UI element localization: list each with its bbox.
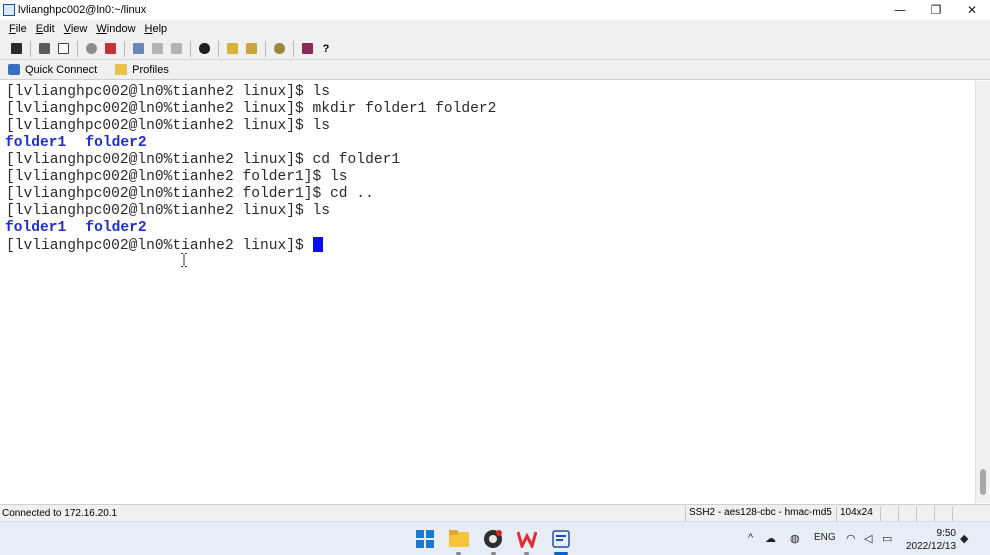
cut-icon[interactable] bbox=[82, 40, 100, 58]
minimize-button[interactable]: — bbox=[882, 0, 918, 20]
cancel-icon[interactable] bbox=[101, 40, 119, 58]
securecrt-app-icon[interactable] bbox=[3, 4, 15, 16]
print-preview-icon[interactable] bbox=[54, 40, 72, 58]
terminal-line: [lvlianghpc002@ln0%tianhe2 folder1]$ cd … bbox=[6, 186, 374, 202]
prompt-line: [lvlianghpc002@ln0%tianhe2 linux]$ bbox=[6, 237, 975, 254]
wps-office-icon[interactable] bbox=[516, 528, 538, 550]
print-icon[interactable] bbox=[35, 40, 53, 58]
directory-entry: folder1 bbox=[5, 220, 67, 236]
title-bar: lvlianghpc002@ln0:~/linux — ❐ ✕ bbox=[0, 0, 990, 20]
wifi-icon[interactable]: ◠ bbox=[846, 532, 856, 545]
windows-start-icon[interactable] bbox=[414, 528, 436, 550]
status-bar: Connected to 172.16.20.1 SSH2 - aes128-c… bbox=[0, 504, 990, 521]
profiles-label: Profiles bbox=[132, 63, 169, 76]
terminal-line: [lvlianghpc002@ln0%tianhe2 linux]$ ls bbox=[6, 203, 331, 219]
terminal-line: [lvlianghpc002@ln0%tianhe2 linux]$ ls bbox=[6, 84, 331, 100]
terminal-line: [lvlianghpc002@ln0%tianhe2 linux]$ cd fo… bbox=[6, 152, 401, 168]
clear-icon[interactable] bbox=[167, 40, 185, 58]
scrollbar-thumb[interactable] bbox=[980, 469, 986, 495]
directory-entry: folder1 bbox=[5, 135, 67, 151]
prompt-text: [lvlianghpc002@ln0%tianhe2 linux]$ bbox=[6, 238, 313, 254]
microphone-icon[interactable]: ◍ bbox=[790, 532, 800, 545]
ibeam-cursor-icon bbox=[181, 253, 187, 267]
directory-entry: folder2 bbox=[85, 220, 147, 236]
quick-connect-icon bbox=[8, 64, 20, 75]
directory-listing: folder1 folder2 bbox=[5, 220, 975, 237]
terminal-area[interactable]: [lvlianghpc002@ln0%tianhe2 linux]$ ls [l… bbox=[0, 81, 975, 503]
encryption-status: SSH2 - aes128-cbc - hmac-md5 bbox=[685, 506, 835, 521]
notification-icon[interactable]: ◆ bbox=[960, 532, 968, 545]
transfer-icon[interactable] bbox=[223, 40, 241, 58]
close-button[interactable]: ✕ bbox=[954, 0, 990, 20]
menu-edit[interactable]: Edit bbox=[36, 23, 55, 35]
session-options-icon[interactable] bbox=[242, 40, 260, 58]
menu-file[interactable]: File bbox=[9, 23, 27, 35]
vertical-scrollbar[interactable] bbox=[975, 81, 990, 503]
cloud-icon[interactable]: ☁ bbox=[765, 532, 776, 545]
connection-status: Connected to 172.16.20.1 bbox=[2, 508, 118, 519]
battery-icon[interactable]: ▭ bbox=[882, 532, 892, 545]
terminal-line: [lvlianghpc002@ln0%tianhe2 folder1]$ ls bbox=[6, 169, 348, 185]
toolbar-separator bbox=[218, 40, 219, 57]
input-language[interactable]: ENG bbox=[814, 532, 836, 543]
status-panel-empty bbox=[916, 506, 934, 521]
quick-connect-button[interactable]: Quick Connect bbox=[4, 64, 101, 76]
clock[interactable]: 9:50 2022/12/13 bbox=[906, 527, 956, 553]
toolbar: ? bbox=[0, 38, 990, 60]
menu-bar: File Edit View Window Help bbox=[0, 20, 990, 38]
key-icon[interactable] bbox=[270, 40, 288, 58]
help-cursor-icon[interactable]: ? bbox=[317, 40, 335, 58]
toolbar-separator bbox=[265, 40, 266, 57]
maximize-button[interactable]: ❐ bbox=[918, 0, 954, 20]
terminal-line: [lvlianghpc002@ln0%tianhe2 linux]$ ls bbox=[6, 118, 331, 134]
text-cursor bbox=[312, 237, 323, 252]
window-controls: — ❐ ✕ bbox=[882, 0, 990, 20]
toolbar-separator bbox=[190, 40, 191, 57]
connect-bar: Quick Connect Profiles bbox=[0, 60, 990, 80]
menu-view[interactable]: View bbox=[64, 23, 88, 35]
status-panel-empty bbox=[934, 506, 952, 521]
terminal-size-status: 104x24 bbox=[836, 506, 876, 521]
caps-lock-icon bbox=[898, 506, 916, 521]
terminal-line: [lvlianghpc002@ln0%tianhe2 linux]$ mkdir… bbox=[6, 101, 497, 117]
status-panel-empty bbox=[952, 506, 970, 521]
securecrt-icon[interactable] bbox=[550, 528, 572, 550]
find-icon[interactable] bbox=[195, 40, 213, 58]
toolbar-separator bbox=[124, 40, 125, 57]
folder-icon bbox=[115, 64, 128, 75]
toolbar-separator bbox=[293, 40, 294, 57]
chevron-up-icon[interactable]: ^ bbox=[748, 532, 753, 544]
toolbar-separator bbox=[77, 40, 78, 57]
save-icon[interactable] bbox=[7, 40, 25, 58]
clock-date: 2022/12/13 bbox=[906, 541, 957, 552]
status-panel-empty bbox=[880, 506, 898, 521]
paste-icon[interactable] bbox=[148, 40, 166, 58]
copy-icon[interactable] bbox=[129, 40, 147, 58]
menu-help[interactable]: Help bbox=[145, 23, 168, 35]
browser-icon[interactable] bbox=[482, 528, 504, 550]
profiles-button[interactable]: Profiles bbox=[111, 64, 173, 76]
window-title: lvlianghpc002@ln0:~/linux bbox=[18, 4, 147, 16]
toolbar-separator bbox=[30, 40, 31, 57]
windows-taskbar: ^ ☁ ◍ ENG ◠ ◁ ▭ 9:50 2022/12/13 ◆ bbox=[0, 521, 990, 555]
directory-listing: folder1 folder2 bbox=[5, 135, 975, 152]
volume-icon[interactable]: ◁ bbox=[864, 532, 872, 545]
directory-entry: folder2 bbox=[85, 135, 147, 151]
clock-time: 9:50 bbox=[936, 528, 956, 539]
quick-connect-label: Quick Connect bbox=[25, 63, 98, 76]
file-explorer-icon[interactable] bbox=[448, 528, 470, 550]
menu-window[interactable]: Window bbox=[96, 23, 135, 35]
scripts-icon[interactable] bbox=[298, 40, 316, 58]
